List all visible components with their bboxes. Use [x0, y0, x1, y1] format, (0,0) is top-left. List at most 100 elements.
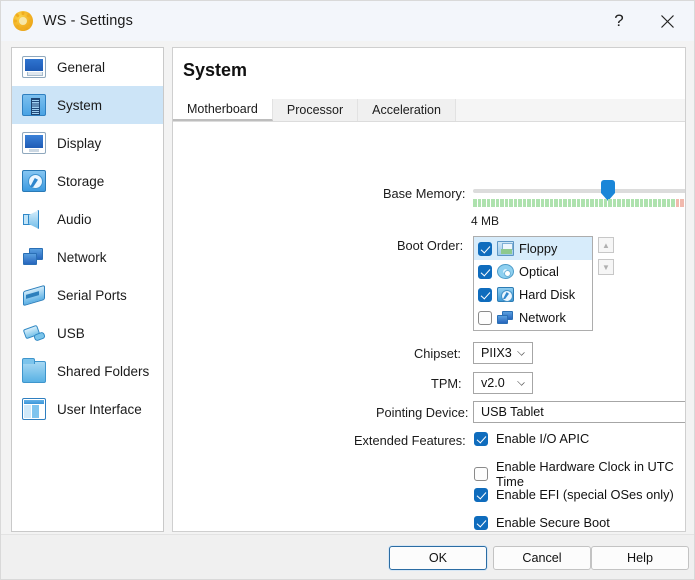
slider-tick	[473, 199, 477, 207]
slider-tick	[558, 199, 562, 207]
tab-motherboard[interactable]: Motherboard	[173, 99, 273, 121]
slider-tick	[554, 199, 558, 207]
boot-item-label: Optical	[519, 264, 559, 279]
slider-tick	[576, 199, 580, 207]
tpm-select[interactable]: v2.0	[473, 372, 533, 394]
cancel-button[interactable]: Cancel	[493, 546, 591, 570]
ok-button[interactable]: OK	[389, 546, 487, 570]
slider-tick	[477, 199, 481, 207]
base-memory-min-label: 4 MB	[471, 214, 500, 228]
slider-tick	[621, 199, 625, 207]
pointing-device-value: USB Tablet	[481, 405, 544, 419]
help-button[interactable]: Help	[591, 546, 689, 570]
boot-order-reorder-buttons[interactable]: ▲ ▼	[598, 237, 614, 281]
slider-tick	[612, 199, 616, 207]
sidebar-item-storage[interactable]: Storage	[12, 162, 163, 200]
settings-window: WS - Settings ? General System Display S…	[0, 0, 695, 580]
slider-tick	[680, 199, 684, 207]
boot-order-item-network[interactable]: Network	[474, 306, 592, 329]
system-chip-icon	[22, 94, 46, 116]
base-memory-slider-ticks	[473, 199, 685, 207]
sidebar-item-system[interactable]: System	[12, 86, 163, 124]
gear-icon	[13, 11, 33, 31]
chipset-label: Chipset:	[414, 346, 461, 361]
slider-tick	[522, 199, 526, 207]
boot-checkbox[interactable]	[478, 287, 492, 302]
feature-checkbox[interactable]	[474, 431, 488, 446]
tpm-value: v2.0	[481, 376, 505, 390]
base-memory-slider-thumb[interactable]	[601, 180, 615, 201]
slider-tick	[608, 199, 612, 207]
tab-acceleration[interactable]: Acceleration	[358, 99, 456, 121]
boot-checkbox[interactable]	[478, 310, 492, 325]
slider-tick	[644, 199, 648, 207]
sidebar-item-user-interface[interactable]: User Interface	[12, 390, 163, 428]
slider-tick	[666, 199, 670, 207]
slider-tick	[603, 199, 607, 207]
pointing-device-select[interactable]: USB Tablet	[473, 401, 685, 423]
slider-tick	[567, 199, 571, 207]
user-interface-icon	[22, 398, 46, 420]
sidebar-item-shared-folders[interactable]: Shared Folders	[12, 352, 163, 390]
feature-label: Enable I/O APIC	[496, 431, 590, 446]
slider-tick	[653, 199, 657, 207]
sidebar-item-audio[interactable]: Audio	[12, 200, 163, 238]
feature-enable-efi[interactable]: Enable EFI (special OSes only)	[474, 487, 674, 502]
boot-order-item-floppy[interactable]: Floppy	[474, 237, 592, 260]
slider-tick	[563, 199, 567, 207]
serial-port-icon	[22, 284, 46, 306]
boot-checkbox[interactable]	[478, 264, 492, 279]
harddisk-icon	[22, 170, 46, 192]
slider-tick	[500, 199, 504, 207]
slider-tick	[513, 199, 517, 207]
feature-enable-io-apic[interactable]: Enable I/O APIC	[474, 431, 589, 446]
slider-tick	[491, 199, 495, 207]
close-icon[interactable]	[644, 1, 690, 41]
chipset-value: PIIX3	[481, 346, 512, 360]
feature-checkbox[interactable]	[474, 467, 488, 481]
sidebar-item-label: User Interface	[57, 401, 142, 417]
slider-tick	[617, 199, 621, 207]
pointing-device-label: Pointing Device:	[376, 405, 469, 420]
sidebar-item-label: Audio	[57, 211, 92, 227]
feature-enable-hardware-clock-utc[interactable]: Enable Hardware Clock in UTC Time	[474, 459, 685, 489]
titlebar-help-button[interactable]: ?	[596, 1, 642, 41]
optical-icon	[497, 264, 514, 279]
network-icon	[497, 310, 514, 325]
tab-strip[interactable]: Motherboard Processor Acceleration	[173, 99, 685, 122]
slider-tick	[536, 199, 540, 207]
boot-order-list[interactable]: Floppy Optical Hard Disk Network	[473, 236, 593, 331]
move-up-icon[interactable]: ▲	[598, 237, 614, 253]
feature-enable-secure-boot[interactable]: Enable Secure Boot	[474, 515, 610, 530]
slider-tick	[657, 199, 661, 207]
chevron-down-icon	[517, 348, 525, 356]
dialog-footer: OK Cancel Help	[1, 534, 694, 579]
slider-tick	[662, 199, 666, 207]
settings-sidebar[interactable]: General System Display Storage Audio Net…	[11, 47, 164, 532]
tab-processor[interactable]: Processor	[272, 99, 359, 121]
sidebar-item-label: Network	[57, 249, 107, 265]
slider-tick	[549, 199, 553, 207]
feature-checkbox[interactable]	[474, 487, 488, 502]
base-memory-slider-track[interactable]	[473, 189, 685, 193]
sidebar-item-network[interactable]: Network	[12, 238, 163, 276]
tpm-label: TPM:	[431, 376, 462, 391]
feature-label: Enable EFI (special OSes only)	[496, 487, 674, 502]
sidebar-item-display[interactable]: Display	[12, 124, 163, 162]
boot-order-item-optical[interactable]: Optical	[474, 260, 592, 283]
chipset-select[interactable]: PIIX3	[473, 342, 533, 364]
slider-tick	[594, 199, 598, 207]
sidebar-item-serial-ports[interactable]: Serial Ports	[12, 276, 163, 314]
slider-tick	[675, 199, 679, 207]
slider-tick	[648, 199, 652, 207]
slider-tick	[482, 199, 486, 207]
boot-checkbox[interactable]	[478, 241, 492, 256]
sidebar-item-usb[interactable]: USB	[12, 314, 163, 352]
slider-tick	[518, 199, 522, 207]
feature-checkbox[interactable]	[474, 515, 488, 530]
boot-order-item-hard-disk[interactable]: Hard Disk	[474, 283, 592, 306]
move-down-icon[interactable]: ▼	[598, 259, 614, 275]
sidebar-item-general[interactable]: General	[12, 48, 163, 86]
slider-tick	[545, 199, 549, 207]
slider-tick	[531, 199, 535, 207]
